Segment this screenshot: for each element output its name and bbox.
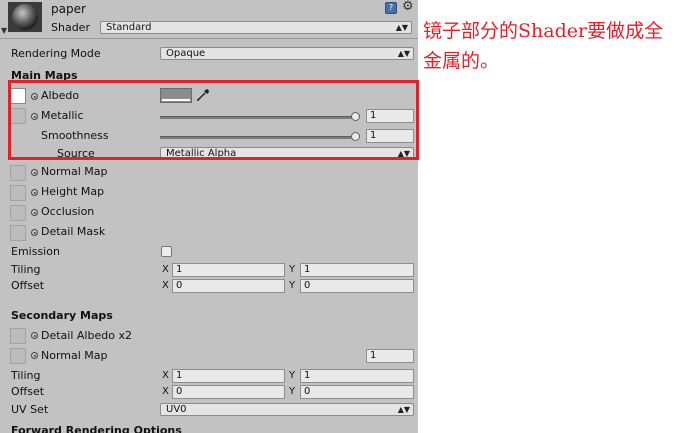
uv-set-value: UV0 [166, 404, 187, 415]
occlusion-texture-slot[interactable] [10, 205, 26, 221]
secondary-tiling-y-field[interactable]: 1 [300, 369, 414, 383]
normal-map-texture-slot[interactable] [10, 165, 26, 181]
tiling-y-field[interactable]: 1 [300, 263, 414, 277]
offset-x-field[interactable]: 0 [172, 279, 285, 293]
occlusion-picker-icon[interactable] [31, 209, 38, 216]
secondary-tiling-y-axis-label: Y [289, 370, 296, 381]
uv-set-label: UV Set [11, 403, 49, 416]
detail-albedo-texture-slot[interactable] [10, 328, 26, 344]
offset-x-axis-label: X [162, 280, 169, 291]
highlight-box [8, 80, 419, 160]
tiling-x-field[interactable]: 1 [172, 263, 285, 277]
forward-rendering-options-header: Forward Rendering Options [11, 424, 182, 433]
gear-icon[interactable]: ⚙ [402, 0, 414, 14]
normal-map-picker-icon[interactable] [31, 169, 38, 176]
tiling-label: Tiling [11, 263, 41, 276]
secondary-offset-x-axis-label: X [162, 386, 169, 397]
detail-albedo-picker-icon[interactable] [31, 332, 38, 339]
offset-y-axis-label: Y [289, 280, 296, 291]
rendering-mode-label: Rendering Mode [11, 47, 101, 60]
secondary-maps-header: Secondary Maps [11, 309, 113, 322]
detail-mask-texture-slot[interactable] [10, 225, 26, 241]
dropdown-arrow-icon: ▲▼ [397, 49, 410, 58]
secondary-normal-map-texture-slot[interactable] [10, 348, 26, 364]
uv-set-dropdown[interactable]: UV0 ▲▼ [160, 403, 414, 416]
detail-mask-label: Detail Mask [41, 225, 106, 238]
emission-checkbox[interactable] [161, 246, 172, 257]
secondary-tiling-x-field[interactable]: 1 [172, 369, 285, 383]
secondary-offset-y-field[interactable]: 0 [300, 385, 414, 399]
shader-dropdown-value: Standard [106, 22, 152, 33]
foldout-arrow-icon[interactable]: ▼ [1, 26, 7, 35]
header-divider [0, 38, 418, 39]
material-name: paper [51, 2, 86, 16]
rendering-mode-dropdown[interactable]: Opaque ▲▼ [160, 47, 414, 60]
offset-label: Offset [11, 279, 45, 292]
secondary-offset-y-axis-label: Y [289, 386, 296, 397]
secondary-offset-label: Offset [11, 385, 45, 398]
shader-label: Shader [51, 21, 90, 34]
shader-dropdown[interactable]: Standard ▲▼ [100, 21, 412, 34]
secondary-tiling-label: Tiling [11, 369, 41, 382]
height-map-label: Height Map [41, 185, 105, 198]
material-preview-icon[interactable] [8, 2, 42, 32]
tiling-y-axis-label: Y [289, 264, 296, 275]
secondary-normal-map-label: Normal Map [41, 349, 108, 362]
emission-label: Emission [11, 245, 60, 258]
occlusion-label: Occlusion [41, 205, 95, 218]
secondary-normal-map-picker-icon[interactable] [31, 352, 38, 359]
rendering-mode-value: Opaque [166, 48, 206, 59]
secondary-offset-x-field[interactable]: 0 [172, 385, 285, 399]
dropdown-arrow-icon: ▲▼ [395, 23, 408, 32]
dropdown-arrow-icon: ▲▼ [397, 405, 410, 414]
height-map-texture-slot[interactable] [10, 185, 26, 201]
offset-y-field[interactable]: 0 [300, 279, 414, 293]
normal-map-label: Normal Map [41, 165, 108, 178]
help-icon[interactable]: ? [385, 2, 397, 14]
secondary-tiling-x-axis-label: X [162, 370, 169, 381]
secondary-normal-scale-field[interactable]: 1 [366, 349, 414, 363]
annotation-text: 镜子部分的Shader要做成全金属的。 [423, 20, 664, 72]
inspector-panel: ▼ paper ? ⚙ Shader Standard ▲▼ Rendering… [0, 0, 418, 433]
detail-mask-picker-icon[interactable] [31, 229, 38, 236]
height-map-picker-icon[interactable] [31, 189, 38, 196]
tiling-x-axis-label: X [162, 264, 169, 275]
detail-albedo-label: Detail Albedo x2 [41, 329, 132, 342]
